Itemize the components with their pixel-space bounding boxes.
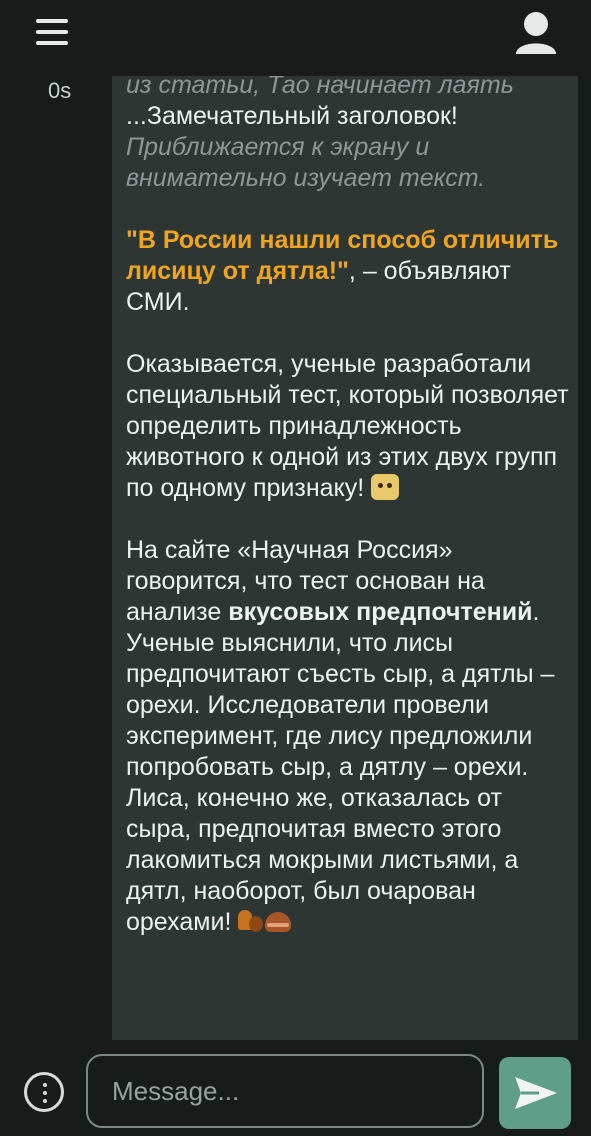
italic-text: из статьи, Тао начинает лаять bbox=[126, 76, 514, 99]
plain-text: Оказывается, ученые разработали специаль… bbox=[126, 350, 569, 502]
message-input[interactable] bbox=[86, 1054, 484, 1128]
bold-text: вкусовых предпочтений bbox=[228, 598, 533, 626]
chestnut-emoji-icon bbox=[264, 910, 292, 934]
top-bar bbox=[0, 0, 591, 70]
plain-text: . Ученые выяснили, что лисы предпочитают… bbox=[126, 598, 555, 936]
hamburger-menu-icon[interactable] bbox=[30, 14, 74, 50]
avatar-svg bbox=[516, 12, 556, 54]
more-options-icon[interactable] bbox=[24, 1072, 64, 1112]
paragraph-3: Оказывается, ученые разработали специаль… bbox=[126, 349, 572, 504]
paragraph-4: На сайте «Научная Россия» говорится, что… bbox=[126, 535, 572, 938]
send-button[interactable] bbox=[499, 1057, 571, 1129]
italic-text: Приближается к экрану и внимательно изуч… bbox=[126, 133, 486, 192]
message-bubble: из статьи, Тао начинает лаять ...Замечат… bbox=[112, 76, 578, 1040]
send-icon bbox=[515, 1077, 557, 1109]
paragraph-1: из статьи, Тао начинает лаять ...Замечат… bbox=[126, 76, 572, 194]
dots-glyph bbox=[43, 1083, 47, 1103]
paragraph-2: "В России нашли способ отличить лисицу о… bbox=[126, 225, 572, 318]
user-avatar-icon[interactable] bbox=[506, 8, 566, 60]
plain-text: ...Замечательный заголовок! bbox=[126, 102, 458, 130]
message-content: из статьи, Тао начинает лаять ...Замечат… bbox=[126, 76, 572, 969]
message-timestamp: 0s bbox=[48, 78, 72, 103]
shocked-cat-emoji-icon bbox=[371, 474, 400, 500]
squirrel-emoji-icon bbox=[238, 908, 264, 934]
